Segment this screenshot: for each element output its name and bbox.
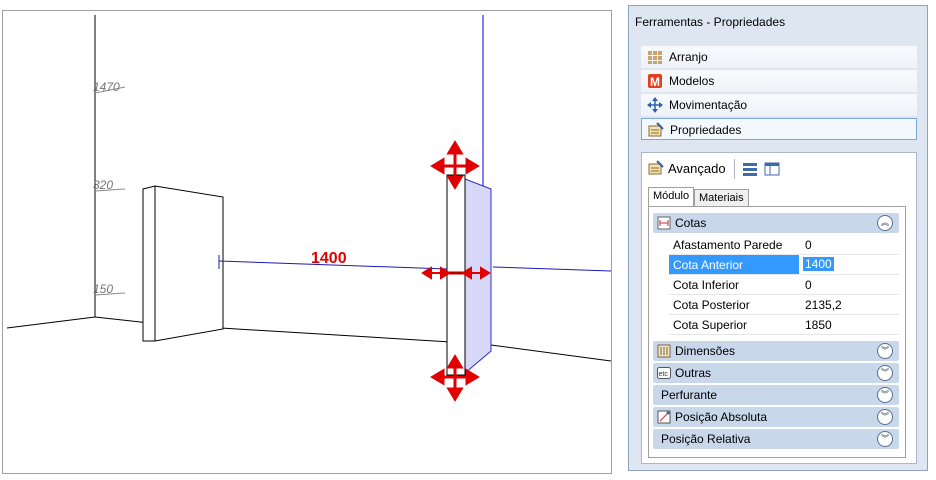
height-mark-1470: 1470 xyxy=(93,80,120,94)
group-dimensoes[interactable]: Dimensões ︾ xyxy=(653,341,899,361)
floor-line-far xyxy=(490,344,611,362)
expand-chevron-icon[interactable]: ︾ xyxy=(877,343,893,359)
selected-module-front[interactable] xyxy=(446,174,466,376)
scene-drawing[interactable]: 1470 320 150 1400 xyxy=(3,11,611,473)
nav-item-movimentacao[interactable]: Movimentação xyxy=(641,94,917,116)
height-mark-320: 320 xyxy=(93,178,113,192)
nav-item-arranjo[interactable]: Arranjo xyxy=(641,46,917,68)
property-value[interactable]: 1850 xyxy=(805,318,832,332)
property-name: Cota Inferior xyxy=(673,278,740,292)
advanced-toolbar: Avançado xyxy=(648,159,908,179)
etc-icon: etc xyxy=(657,366,671,380)
nav-item-label: Arranjo xyxy=(669,50,708,64)
property-value[interactable]: 0 xyxy=(805,238,812,252)
collapse-chevron-icon[interactable]: ︽ xyxy=(877,215,893,231)
list-view-icon[interactable] xyxy=(742,161,758,177)
panel-title: Ferramentas - Propriedades xyxy=(635,15,786,29)
nav-item-modelos[interactable]: M Modelos xyxy=(641,70,917,92)
property-name: Cota Posterior xyxy=(673,298,750,312)
property-row[interactable]: Cota Superior 1850 xyxy=(669,315,899,335)
group-label: Dimensões xyxy=(675,344,736,358)
property-value[interactable]: 2135,2 xyxy=(805,298,842,312)
tab-content: Cotas ︽ Afastamento Parede 0 Cota Anteri… xyxy=(648,206,906,458)
group-label: Posição Absoluta xyxy=(675,410,768,424)
property-value[interactable]: 0 xyxy=(805,278,812,292)
nav-item-label: Movimentação xyxy=(669,98,748,112)
property-value-input[interactable]: 1400 xyxy=(803,257,834,271)
floor-line-right xyxy=(220,327,452,343)
dimension-label: 1400 xyxy=(311,250,347,267)
move-arrows-icon xyxy=(647,97,663,113)
properties-icon xyxy=(648,160,664,176)
group-label: Outras xyxy=(675,366,712,380)
property-name: Cota Superior xyxy=(673,318,748,332)
group-posicao-absoluta[interactable]: Posição Absoluta ︾ xyxy=(653,407,899,427)
advanced-button[interactable]: Avançado xyxy=(668,161,726,176)
group-outras[interactable]: etc Outras ︾ xyxy=(653,363,899,383)
property-row-selected[interactable]: Cota Anterior 1400 xyxy=(669,255,899,275)
group-cotas[interactable]: Cotas ︽ xyxy=(653,213,899,233)
position-icon xyxy=(657,410,671,424)
properties-icon xyxy=(648,122,664,138)
3d-viewport[interactable]: 1470 320 150 1400 xyxy=(2,10,612,474)
expand-chevron-icon[interactable]: ︾ xyxy=(877,387,893,403)
svg-text:M: M xyxy=(650,75,660,89)
group-posicao-relativa[interactable]: Posição Relativa ︾ xyxy=(653,429,899,449)
property-row[interactable]: Afastamento Parede 0 xyxy=(669,235,899,255)
tab-modulo[interactable]: Módulo xyxy=(648,187,695,207)
property-row[interactable]: Cota Posterior 2135,2 xyxy=(669,295,899,315)
nav-item-label: Propriedades xyxy=(670,123,742,137)
nav-item-propriedades[interactable]: Propriedades xyxy=(641,118,917,140)
toolbar-separator xyxy=(734,159,735,179)
group-perfurante[interactable]: Perfurante ︾ xyxy=(653,385,899,405)
height-mark-150: 150 xyxy=(93,282,113,296)
expand-chevron-icon[interactable]: ︾ xyxy=(877,365,893,381)
properties-panel: Ferramentas - Propriedades Arranjo M Mod… xyxy=(628,5,928,471)
svg-text:etc: etc xyxy=(659,371,669,378)
grid-icon xyxy=(647,49,663,65)
tab-materiais[interactable]: Materiais xyxy=(694,189,749,207)
table-view-icon[interactable] xyxy=(764,161,780,177)
dimension-line-right xyxy=(492,266,611,272)
group-label: Posição Relativa xyxy=(661,432,751,446)
property-name: Afastamento Parede xyxy=(673,238,783,252)
models-icon: M xyxy=(647,73,663,89)
dimension-icon xyxy=(657,216,671,230)
property-name: Cota Anterior xyxy=(669,255,799,274)
property-row[interactable]: Cota Inferior 0 xyxy=(669,275,899,295)
floor-line-mid xyxy=(94,316,150,324)
properties-content: Avançado Módulo Materiais Cotas ︽ Afasta… xyxy=(641,152,917,464)
move-handle-top[interactable] xyxy=(430,140,480,190)
ruler-icon xyxy=(657,344,671,358)
floor-line-left xyxy=(6,316,96,329)
resize-handle-left[interactable] xyxy=(421,266,451,280)
expand-chevron-icon[interactable]: ︾ xyxy=(877,409,893,425)
group-label: Cotas xyxy=(675,216,707,230)
nav-item-label: Modelos xyxy=(669,74,715,88)
group-label: Perfurante xyxy=(661,388,718,402)
expand-chevron-icon[interactable]: ︾ xyxy=(877,431,893,447)
